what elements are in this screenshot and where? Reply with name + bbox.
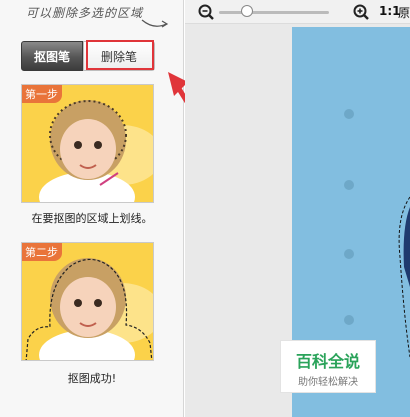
step-two-image: 第二步 bbox=[21, 242, 154, 361]
hint-text: 可以删除多选的区域 bbox=[26, 6, 144, 20]
original-size-label[interactable]: 原 bbox=[398, 4, 410, 21]
step-one-caption: 在要抠图的区域上划线。 bbox=[31, 212, 153, 225]
zoom-slider-track[interactable] bbox=[219, 11, 329, 14]
zoom-slider-thumb[interactable] bbox=[241, 5, 253, 17]
tool-panel: 可以删除多选的区域 抠图笔 删除笔 第一步 在要抠图的区域上划线。 第二步 抠图… bbox=[0, 0, 184, 417]
step-one-image: 第一步 bbox=[21, 84, 154, 203]
zoom-toolbar: 1:1 原 bbox=[185, 0, 410, 24]
watermark-subtitle: 助你轻松解决 bbox=[298, 377, 358, 388]
step-badge: 第一步 bbox=[22, 85, 62, 103]
watermark: 百科全说 助你轻松解决 bbox=[280, 340, 376, 393]
zoom-in-icon[interactable] bbox=[353, 4, 369, 20]
watermark-title: 百科全说 bbox=[295, 352, 360, 371]
delete-pen-button[interactable]: 删除笔 bbox=[83, 41, 155, 71]
zoom-out-icon[interactable] bbox=[198, 4, 214, 20]
matting-pen-button[interactable]: 抠图笔 bbox=[21, 41, 83, 71]
step-badge: 第二步 bbox=[22, 243, 62, 261]
step-two-caption: 抠图成功! bbox=[67, 372, 117, 385]
curved-arrow-icon bbox=[141, 19, 169, 28]
